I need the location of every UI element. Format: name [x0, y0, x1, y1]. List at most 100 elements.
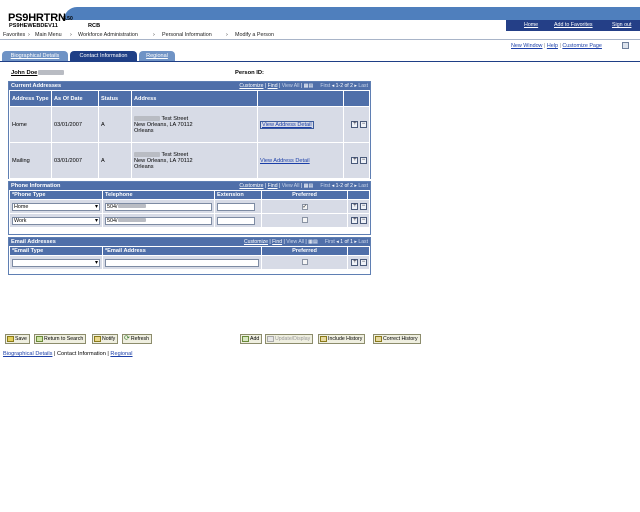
next-icon[interactable]: ▸ — [354, 83, 357, 89]
refresh-icon: ⟳ — [124, 334, 130, 342]
delete-row-button[interactable]: − — [360, 121, 367, 128]
breadcrumb-personal-info[interactable]: Personal Information — [162, 32, 212, 38]
first-link[interactable]: First — [320, 183, 330, 189]
col-detail — [257, 90, 344, 107]
telephone-input[interactable]: 504/ — [105, 216, 212, 225]
status: A — [98, 106, 132, 143]
addresses-table: Address Type As Of Date Status Address H… — [9, 90, 370, 179]
email-type-select[interactable] — [12, 258, 100, 267]
last-link[interactable]: Last — [358, 183, 368, 189]
row-actions: + − — [347, 213, 370, 228]
first-link[interactable]: First — [320, 83, 330, 89]
last-link[interactable]: Last — [358, 239, 368, 245]
extension-input[interactable] — [217, 202, 255, 211]
breadcrumb-modify-person[interactable]: Modify a Person — [235, 32, 274, 38]
add-row-button[interactable]: + — [351, 217, 359, 224]
find-link[interactable]: Find — [272, 239, 282, 245]
sign-out-link[interactable]: Sign out — [612, 22, 631, 28]
update-display-button[interactable]: Update/Display — [265, 334, 314, 344]
next-icon[interactable]: ▸ — [354, 183, 357, 189]
correct-history-button[interactable]: Correct History — [373, 334, 421, 344]
grid-zoom-icon[interactable]: ▤ — [308, 83, 313, 89]
col-email-address: *Email Address — [102, 246, 262, 256]
tab-regional[interactable]: Regional — [139, 51, 175, 61]
new-window-link[interactable]: New Window — [511, 43, 542, 49]
tab-biographical-details[interactable]: Biographical Details — [2, 51, 68, 61]
preferred-checkbox[interactable]: ✓ — [301, 203, 308, 210]
help-link[interactable]: Help — [547, 43, 558, 49]
preferred-checkbox[interactable] — [301, 216, 308, 223]
emails-table: *Email Type *Email Address Preferred + − — [9, 246, 370, 270]
breadcrumb-favorites[interactable]: Favorites — [3, 32, 25, 38]
view-address-detail-link[interactable]: View Address Detail — [260, 158, 310, 164]
delete-row-button[interactable]: − — [360, 157, 367, 164]
grid-zoom-icon[interactable]: ▤ — [313, 239, 318, 245]
first-link[interactable]: First — [325, 239, 335, 245]
status: A — [98, 142, 132, 179]
refresh-button[interactable]: ⟳Refresh — [122, 334, 153, 344]
view-all-link[interactable]: View All — [282, 83, 300, 89]
home-link[interactable]: Home — [524, 22, 538, 28]
phone-information-title: Phone Information — [11, 183, 61, 189]
delete-row-button[interactable]: − — [360, 203, 367, 210]
col-phone-type: *Phone Type — [9, 190, 103, 200]
preferred-checkbox[interactable] — [301, 258, 308, 265]
col-telephone: Telephone — [102, 190, 215, 200]
customize-link[interactable]: Customize — [239, 183, 263, 189]
row-actions: + − — [343, 142, 370, 179]
telephone-input[interactable]: 504/ — [105, 202, 212, 211]
add-row-button[interactable]: + — [351, 203, 359, 210]
last-link[interactable]: Last — [358, 83, 368, 89]
footer-regional[interactable]: Regional — [110, 351, 132, 357]
redacted-name — [38, 70, 65, 75]
prev-icon[interactable]: ◂ — [332, 183, 335, 189]
customize-link[interactable]: Customize — [239, 83, 263, 89]
row-range: 1-2 of 2 — [335, 83, 353, 89]
add-button[interactable]: Add — [240, 334, 263, 344]
tab-contact-information[interactable]: Contact Information — [70, 51, 137, 61]
prev-icon[interactable]: ◂ — [332, 83, 335, 89]
view-address-detail-link[interactable]: View Address Detail — [260, 120, 314, 129]
view-address-detail-cell: View Address Detail — [257, 106, 344, 143]
col-preferred: Preferred — [261, 190, 348, 200]
breadcrumb-separator: › — [28, 32, 30, 38]
next-icon[interactable]: ▸ — [354, 239, 357, 245]
row-range: 1 of 1 — [340, 239, 353, 245]
view-all-link[interactable]: View All — [286, 239, 304, 245]
extension-input[interactable] — [217, 216, 255, 225]
save-button[interactable]: Save — [5, 334, 30, 344]
find-link[interactable]: Find — [268, 183, 278, 189]
grid-navigation: Customize | Find | View All | ▦▤ First ◂… — [239, 83, 368, 89]
add-row-button[interactable]: + — [351, 259, 359, 266]
person-name: John Doe — [11, 70, 38, 77]
footer-biographical-details[interactable]: Biographical Details — [3, 351, 52, 357]
delete-row-button[interactable]: − — [360, 217, 367, 224]
delete-row-button[interactable]: − — [360, 259, 367, 266]
person-name-row: John Doe — [11, 70, 65, 77]
return-to-search-button[interactable]: Return to Search — [34, 334, 87, 344]
view-all-link[interactable]: View All — [282, 183, 300, 189]
address-type: Home — [9, 106, 52, 143]
address-type: Mailing — [9, 142, 52, 179]
add-to-favorites-link[interactable]: Add to Favorites — [554, 22, 593, 28]
add-row-button[interactable]: + — [351, 157, 359, 164]
find-link[interactable]: Find — [268, 83, 278, 89]
grid-navigation: Customize | Find | View All | ▦▤ First ◂… — [239, 183, 368, 189]
print-icon[interactable] — [622, 42, 629, 49]
email-addresses-grid: Email Addresses Customize | Find | View … — [8, 237, 371, 275]
email-address-input[interactable] — [105, 258, 259, 267]
prev-icon[interactable]: ◂ — [336, 239, 339, 245]
customize-link[interactable]: Customize — [244, 239, 268, 245]
phone-type-select[interactable]: Work — [12, 216, 100, 225]
breadcrumb-workforce-admin[interactable]: Workforce Administration — [78, 32, 138, 38]
email-addresses-header: Email Addresses Customize | Find | View … — [9, 238, 370, 246]
grid-zoom-icon[interactable]: ▤ — [308, 183, 313, 189]
customize-page-link[interactable]: Customize Page — [562, 43, 602, 49]
breadcrumb-main-menu[interactable]: Main Menu — [35, 32, 62, 38]
correct-history-icon — [375, 335, 382, 342]
add-row-button[interactable]: + — [351, 121, 359, 128]
footer-links: Biographical Details | Contact Informati… — [3, 351, 133, 357]
notify-button[interactable]: Notify — [92, 334, 119, 344]
include-history-button[interactable]: Include History — [318, 334, 366, 344]
phone-type-select[interactable]: Home — [12, 202, 100, 211]
